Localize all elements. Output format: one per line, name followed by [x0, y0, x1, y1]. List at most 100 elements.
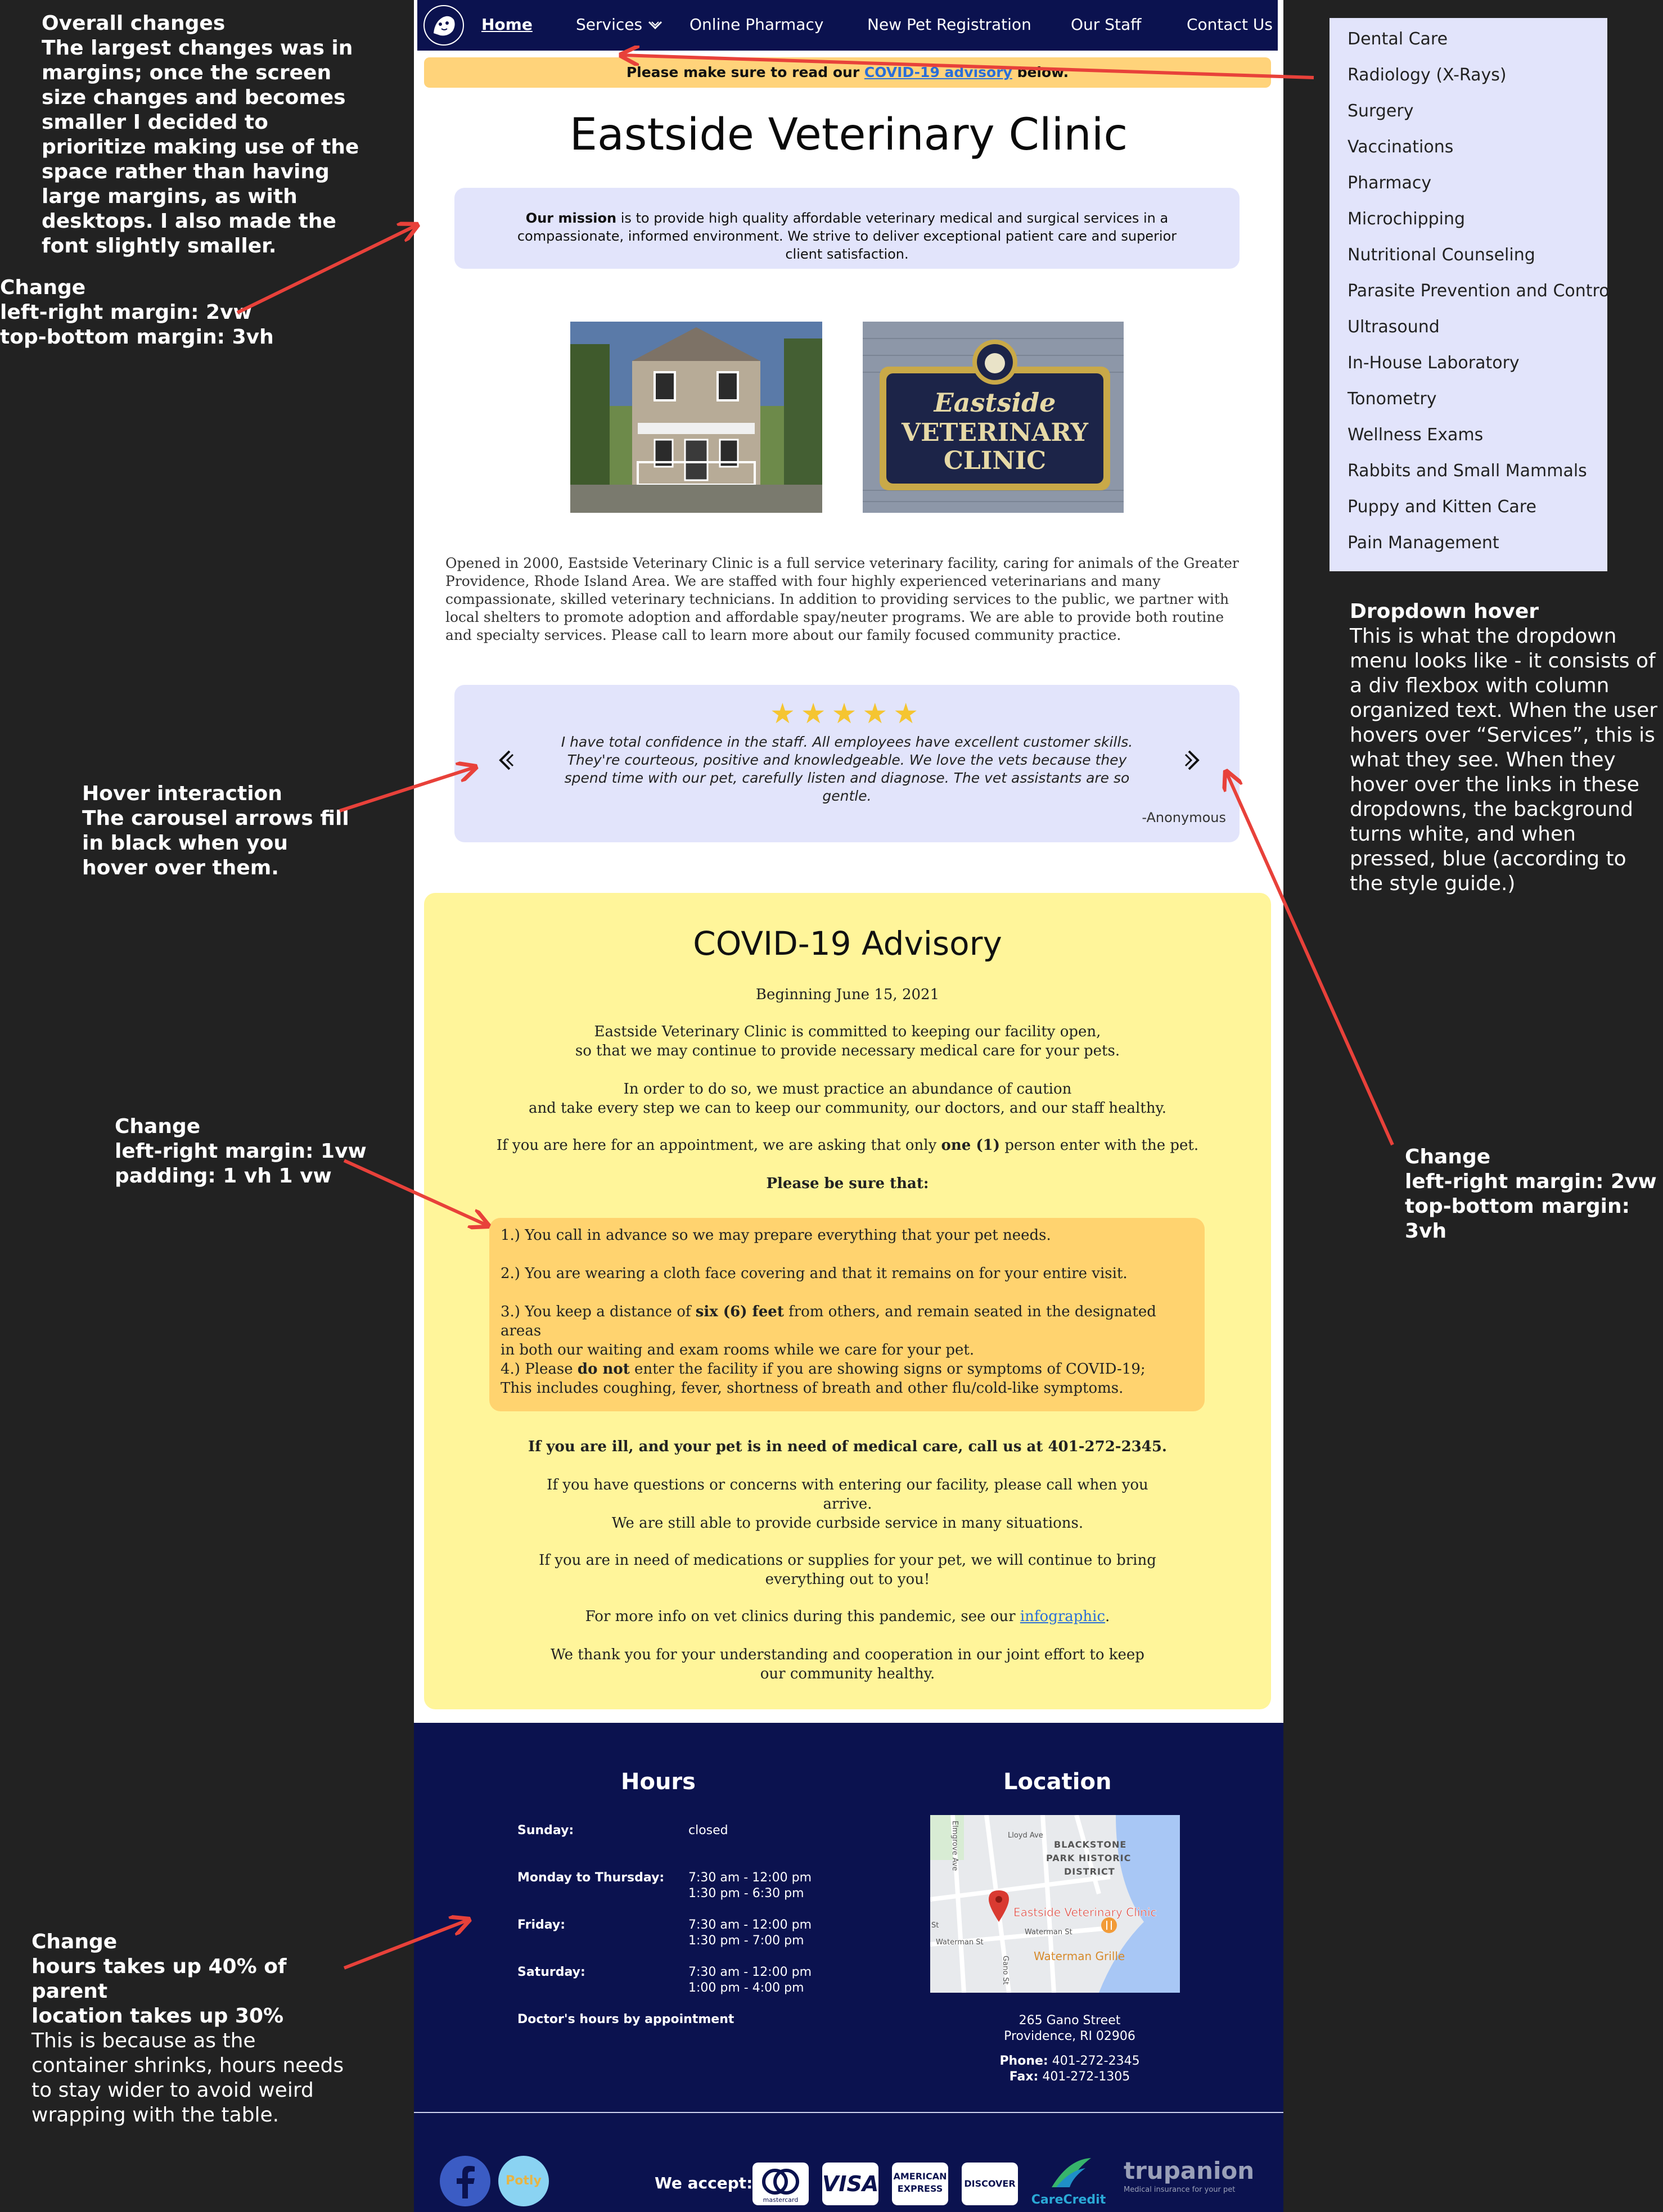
dropdown-item[interactable]: Microchipping	[1347, 208, 1465, 231]
dropdown-item[interactable]: Nutritional Counseling	[1347, 244, 1535, 267]
carousel-next-button[interactable]	[1175, 743, 1209, 777]
covid-line: If you have questions or concerns with e…	[547, 1477, 1148, 1493]
annotation-line: left-right margin: 2vw	[0, 301, 252, 324]
annotation-line: top-bottom margin: 3vh	[1405, 1195, 1630, 1243]
footer-divider	[414, 2112, 1283, 2113]
dropdown-item[interactable]: Parasite Prevention and Control	[1347, 280, 1614, 303]
hours-value: 7:30 am - 12:00 pm	[688, 1965, 812, 1979]
hours-value: closed	[688, 1823, 728, 1838]
covid-paragraph: If you are in need of medications or sup…	[424, 1551, 1271, 1589]
phone-line: Phone: 401-272-2345	[929, 2053, 1210, 2069]
clinic-sign-photo: Eastside VETERINARY CLINIC	[863, 322, 1124, 513]
dropdown-item[interactable]: Surgery	[1347, 100, 1413, 123]
carousel-prev-button[interactable]	[489, 743, 523, 777]
annotation-line: Change	[1405, 1145, 1491, 1168]
nav-online-pharmacy[interactable]: Online Pharmacy	[689, 13, 823, 36]
requirement-item: 4.) Please do not enter the facility if …	[501, 1360, 1198, 1398]
chevron-right-icon	[1184, 750, 1200, 770]
hours-value: 1:00 pm - 4:00 pm	[688, 1981, 804, 1995]
requirement-item: 2.) You are wearing a cloth face coverin…	[501, 1265, 1128, 1282]
dropdown-item[interactable]: Tonometry	[1347, 388, 1436, 410]
map-label: PARK HISTORIC	[1046, 1853, 1131, 1863]
annotation-line: hours takes up 40% of parent	[31, 1955, 287, 2003]
annotation-hover: Hover interaction The carousel arrows fi…	[82, 782, 352, 881]
about-paragraph: Opened in 2000, Eastside Veterinary Clin…	[445, 555, 1239, 643]
dropdown-item[interactable]: In-House Laboratory	[1347, 352, 1520, 374]
dropdown-item[interactable]: Dental Care	[1347, 28, 1448, 51]
fax-label: Fax:	[1009, 2070, 1039, 2084]
annotation-line: Change	[31, 1930, 118, 1953]
location-map[interactable]: BLACKSTONE PARK HISTORIC DISTRICT Waterm…	[930, 1815, 1180, 1993]
nav-our-staff[interactable]: Our Staff	[1071, 13, 1141, 36]
nav-services[interactable]: Services	[576, 13, 663, 36]
services-dropdown-menu: Dental Care Radiology (X-Rays) Surgery V…	[1330, 18, 1614, 571]
annotation-line: padding: 1 vh 1 vw	[115, 1164, 332, 1188]
chevron-down-icon	[648, 21, 663, 30]
covid-paragraph: If you have questions or concerns with e…	[424, 1475, 1271, 1533]
footer: Hours Location Sunday: closed Monday to …	[414, 1723, 1283, 2212]
dropdown-item[interactable]: Wellness Exams	[1347, 424, 1483, 446]
requirement-text: in both our waiting and exam rooms while…	[501, 1342, 975, 1358]
hours-heading: Hours	[621, 1769, 696, 1795]
map-label: Lloyd Ave	[1008, 1831, 1043, 1840]
covid-line: arrive.	[823, 1496, 872, 1513]
annotation-body: The carousel arrows fill in black when y…	[82, 807, 349, 879]
hours-value: 7:30 am - 12:00 pm	[688, 1871, 812, 1885]
map-label: St	[931, 1921, 939, 1930]
covid-line: .	[1105, 1608, 1110, 1625]
covid-line: so that we may continue to provide neces…	[575, 1042, 1120, 1059]
dropdown-item[interactable]: Vaccinations	[1347, 136, 1453, 159]
annotation-covid-change: Change left-right margin: 1vw padding: 1…	[115, 1114, 396, 1189]
review-author: -Anonymous	[1142, 810, 1226, 825]
covid-line: For more info on vet clinics during this…	[585, 1608, 1020, 1625]
mission-box: Our mission is to provide high quality a…	[454, 188, 1240, 269]
amex-logo-icon: AMERICAN EXPRESS	[892, 2163, 948, 2205]
covid-emphasis: one (1)	[941, 1137, 1000, 1154]
dropdown-item[interactable]: Pain Management	[1347, 532, 1499, 554]
cat-dog-logo-icon	[425, 6, 463, 44]
clinic-logo[interactable]	[422, 3, 466, 47]
dropdown-item[interactable]: Puppy and Kitten Care	[1347, 496, 1536, 518]
covid-advisory-link[interactable]: COVID-19 advisory	[864, 64, 1012, 80]
review-carousel: ★★★★★ I have total confidence in the sta…	[454, 685, 1240, 842]
map-label: Waterman St	[1025, 1928, 1072, 1936]
mastercard-label: mastercard	[763, 2196, 799, 2204]
potly-label: Potly	[506, 2174, 542, 2188]
dropdown-item[interactable]: Pharmacy	[1347, 172, 1431, 195]
covid-requirements-box: 1.) You call in advance so we may prepar…	[489, 1218, 1205, 1411]
annotation-title: Hover interaction	[82, 782, 282, 805]
nav-new-pet-registration[interactable]: New Pet Registration	[867, 13, 1031, 36]
covid-line: person enter with the pet.	[1000, 1137, 1199, 1154]
dropdown-item[interactable]: Ultrasound	[1347, 316, 1440, 338]
nav-home[interactable]: Home	[481, 13, 533, 36]
clinic-building-photo	[570, 322, 822, 513]
facebook-icon[interactable]	[440, 2156, 490, 2206]
phone-number[interactable]: 401-272-2345	[1048, 2054, 1140, 2068]
covid-line: and take every step we can to keep our c…	[528, 1100, 1167, 1117]
covid-line: We thank you for your understanding and …	[551, 1646, 1144, 1663]
nav-contact-us[interactable]: Contact Us	[1187, 13, 1273, 36]
covid-be-sure-heading: Please be sure that:	[766, 1175, 929, 1192]
navbar: Home Services Online Pharmacy New Pet Re…	[417, 0, 1278, 51]
annotation-line: Change	[0, 276, 86, 299]
requirement-emphasis: six (6) feet	[695, 1303, 784, 1320]
fax-number: 401-272-1305	[1038, 2070, 1130, 2084]
map-label: Gano St	[1001, 1956, 1009, 1985]
chevron-left-icon	[499, 750, 514, 770]
notice-text-end: below.	[1012, 64, 1069, 80]
potly-icon[interactable]: Potly	[498, 2156, 549, 2206]
annotation-line: left-right margin: 1vw	[115, 1140, 367, 1163]
covid-line: Eastside Veterinary Clinic is committed …	[594, 1023, 1101, 1040]
dropdown-item[interactable]: Rabbits and Small Mammals	[1347, 460, 1587, 482]
dropdown-item[interactable]: Radiology (X-Rays)	[1347, 64, 1507, 87]
map-label: BLACKSTONE	[1054, 1839, 1126, 1850]
annotation-title: Dropdown hover	[1350, 600, 1539, 623]
requirement-emphasis: do not	[577, 1361, 630, 1378]
annotation-body: This is because as the container shrinks…	[31, 2029, 344, 2127]
sign-word-clinic: CLINIC	[944, 446, 1046, 475]
restaurant-icon	[1101, 1917, 1117, 1933]
trupanion-logo-icon: trupanion Medical insurance for your pet	[1124, 2157, 1276, 2208]
annotation-hours-change: Change hours takes up 40% of parent loca…	[31, 1930, 346, 2128]
infographic-link[interactable]: infographic	[1020, 1608, 1105, 1625]
hours-value: 1:30 pm - 7:00 pm	[688, 1934, 804, 1948]
